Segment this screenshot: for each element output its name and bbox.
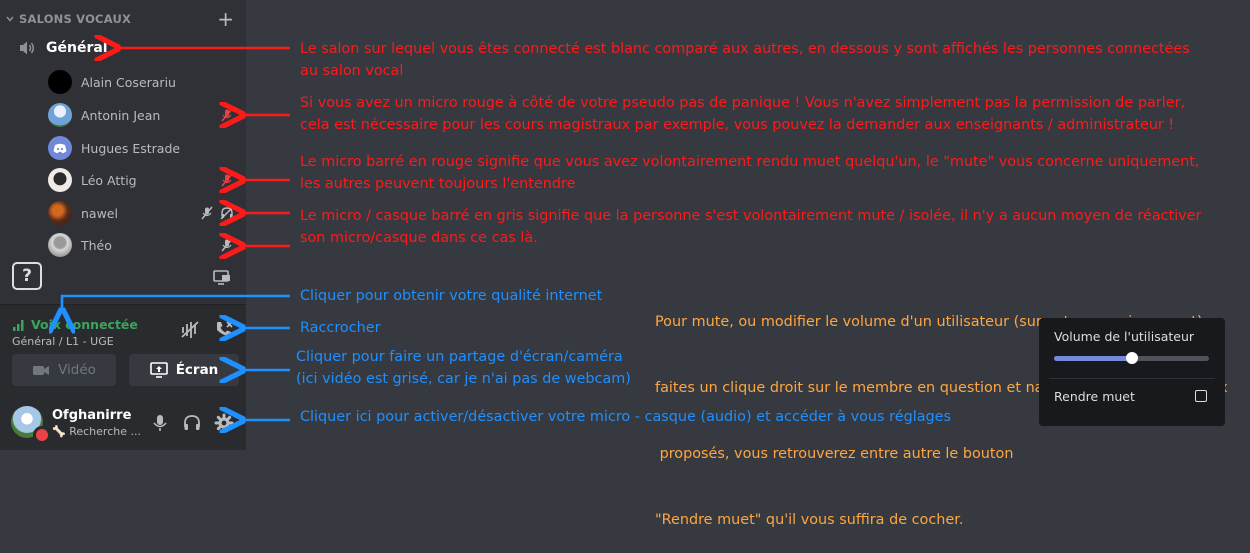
volume-slider-fill — [1054, 356, 1132, 361]
volume-label: Volume de l'utilisateur — [1054, 329, 1195, 344]
note-line: au salon vocal — [300, 63, 404, 79]
arrow-blue — [62, 294, 290, 310]
volume-slider[interactable] — [1054, 352, 1209, 364]
note-line: Le micro barré en rouge signifie que vou… — [300, 154, 1200, 170]
note-line: proposés, vous retrouverez entre autre l… — [655, 446, 1014, 462]
note-quality: Cliquer pour obtenir votre qualité inter… — [300, 288, 603, 304]
note-gray-mute: Le micro / casque barré en gris signifie… — [300, 205, 1201, 249]
note-line: "Rendre muet" qu'il vous suffira de coch… — [655, 512, 964, 528]
note-line: Le salon sur lequel vous êtes connecté e… — [300, 41, 1190, 57]
note-line: Cliquer pour faire un partage d'écran/ca… — [296, 349, 623, 365]
note-line: son micro/casque dans ce cas là. — [300, 230, 538, 246]
mute-label: Rendre muet — [1054, 389, 1135, 404]
note-hangup: Raccrocher — [300, 320, 381, 336]
note-line: Si vous avez un micro rouge à côté de vo… — [300, 95, 1186, 111]
volume-slider-knob[interactable] — [1125, 352, 1138, 364]
note-red-mic: Si vous avez un micro rouge à côté de vo… — [300, 92, 1185, 136]
note-mute: Le micro barré en rouge signifie que vou… — [300, 151, 1200, 195]
mute-checkbox[interactable] — [1195, 390, 1207, 402]
note-share: Cliquer pour faire un partage d'écran/ca… — [296, 346, 631, 390]
user-context-menu: Volume de l'utilisateur Rendre muet — [1039, 318, 1225, 426]
note-line: les autres peuvent toujours l'entendre — [300, 176, 576, 192]
note-line: Le micro / casque barré en gris signifie… — [300, 208, 1202, 224]
note-line: (ici vidéo est grisé, car je n'ai pas de… — [296, 371, 631, 387]
note-line: cela est nécessaire pour les cours magis… — [300, 117, 1175, 133]
note-channel: Le salon sur lequel vous êtes connecté e… — [300, 38, 1190, 82]
menu-divider — [1049, 378, 1215, 379]
